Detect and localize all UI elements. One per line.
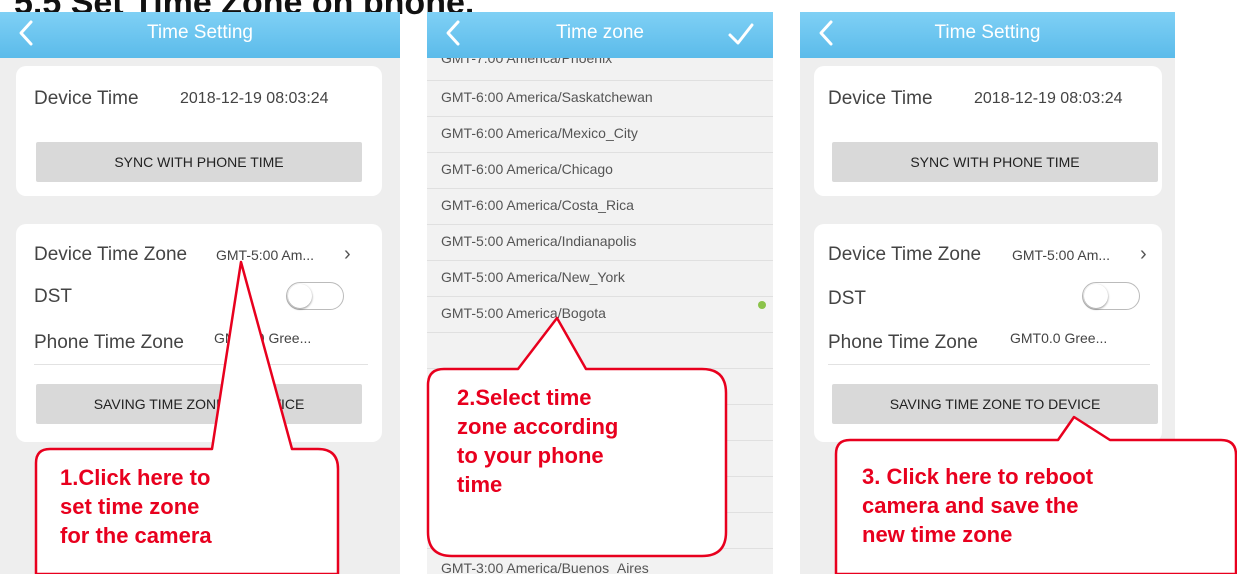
- callout-text-1: 1.Click here to set time zone for the ca…: [60, 465, 212, 548]
- callout-text-2: 2.Select time zone according to your pho…: [457, 385, 619, 497]
- callout-text-3: 3. Click here to reboot camera and save …: [862, 464, 1094, 547]
